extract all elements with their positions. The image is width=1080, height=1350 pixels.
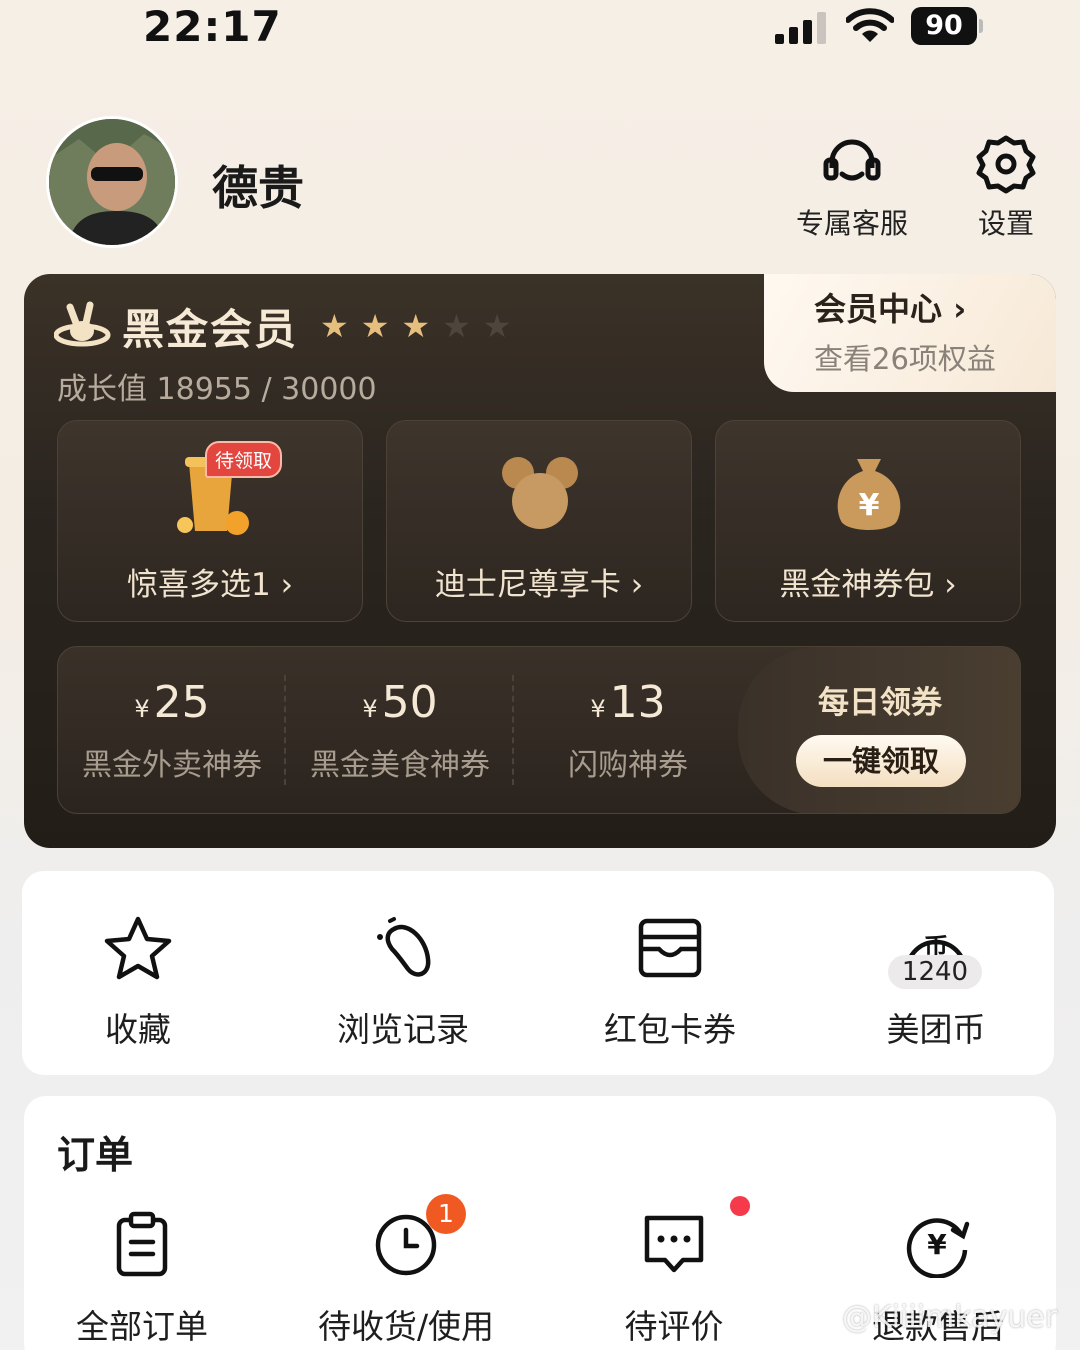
chevron-right-icon: › [944,567,957,603]
star-filled-icon: ★ [360,307,390,345]
one-click-claim-button[interactable]: 一键领取 [796,735,966,787]
svg-text:¥: ¥ [927,1228,947,1261]
member-star-rating: ★ ★ ★ ★ ★ [320,307,523,345]
svg-text:¥: ¥ [859,488,880,523]
pending-receipt-label: 待收货/使用 [317,1307,495,1346]
settings-label: 设置 [977,207,1034,240]
favorites-button[interactable]: 收藏 [38,915,238,1051]
coin-count-badge: 1240 [888,955,982,989]
perk-label-text: 黑金神券包 [779,567,935,603]
cellular-signal-icon [775,12,826,44]
daily-coupon-title: 每日领券 [818,685,942,721]
browse-history-button[interactable]: 浏览记录 [303,915,503,1051]
weibo-watermark: @Kiiiimkayuer [842,1300,1058,1335]
coupon-label: 闪购神券 [568,748,688,783]
coupon-amount: ¥25 [58,677,286,728]
growth-value: 成长值 18955 / 30000 [57,372,377,407]
perk-label-text: 惊喜多选1 [127,567,271,603]
black-gold-member-card[interactable]: 黑金会员 ★ ★ ★ ★ ★ 成长值 18955 / 30000 会员中心 › … [24,274,1056,848]
settings-button[interactable]: 设置 [974,134,1038,242]
status-time: 22:17 [143,2,282,51]
member-center-subtitle: 查看26项权益 [814,342,996,376]
chat-bubble-icon [644,1215,704,1273]
meituan-coins-button[interactable]: 币 1240 美团币 [836,915,1036,1051]
wallet-icon [638,918,702,978]
coupon-item[interactable]: ¥50 黑金美食神券 [286,647,514,813]
coupon-currency: ¥ [362,695,378,723]
chevron-right-icon: › [953,290,967,328]
star-filled-icon: ★ [401,307,431,345]
money-bag-icon: ¥ [837,459,901,530]
member-header: 黑金会员 ★ ★ ★ ★ ★ [54,296,523,356]
footprint-icon [377,917,431,977]
coupon-amount: ¥50 [286,677,514,728]
coupon-value: 25 [153,677,210,728]
coupon-item[interactable]: ¥13 闪购神券 [514,647,742,813]
notification-dot [730,1196,750,1216]
coupon-value: 50 [381,677,438,728]
member-center-title: 会员中心 › [814,284,1056,330]
pending-claim-badge: 待领取 [205,441,283,478]
perk-coupon-bag[interactable]: ¥ 黑金神券包 › [715,420,1021,622]
meituan-coins-label: 美团币 [886,1010,986,1049]
daily-coupon-panel: 每日领券 一键领取 [738,647,1020,813]
coupon-item[interactable]: ¥25 黑金外卖神券 [58,647,286,813]
star-outline-icon [104,916,172,980]
coupon-strip: ¥25 黑金外卖神券 ¥50 黑金美食神券 ¥13 闪购神券 每日领券 一键领取 [57,646,1021,814]
coupon-label: 黑金外卖神券 [82,748,262,783]
coupon-currency: ¥ [590,695,606,723]
battery-indicator: 90 [911,7,983,45]
avatar-image [49,119,175,245]
perk-label: 黑金神券包 › [716,559,1020,604]
customer-service-button[interactable]: 专属客服 [792,134,912,242]
coupon-currency: ¥ [134,695,150,723]
coupon-value: 13 [609,677,666,728]
battery-level: 90 [911,7,977,45]
mouse-ears-icon [502,457,578,529]
perk-disney-card[interactable]: 迪士尼尊享卡 › [386,420,692,622]
perk-label: 迪士尼尊享卡 › [387,559,691,604]
avatar[interactable] [46,116,178,248]
coupon-label: 黑金美食神券 [310,748,490,783]
perk-label-text: 迪士尼尊享卡 [434,567,621,603]
member-center-title-text: 会员中心 [814,290,943,328]
perk-label: 惊喜多选1 › [58,559,362,604]
browse-history-label: 浏览记录 [337,1010,469,1049]
to-review-label: 待评价 [624,1307,724,1346]
quick-actions-panel: 收藏 浏览记录 红包卡券 币 1240 美团币 [22,871,1054,1075]
star-empty-icon: ★ [442,307,471,345]
star-empty-icon: ★ [482,307,512,345]
to-review-button[interactable]: 待评价 [554,1196,794,1348]
pending-count-badge: 1 [426,1194,466,1234]
member-center-button[interactable]: 会员中心 › 查看26项权益 [764,274,1056,392]
refund-icon: ¥ [906,1218,970,1278]
headset-icon [823,139,881,181]
username[interactable]: 德贵 [212,152,304,218]
kangaroo-logo-icon [54,301,111,347]
clipboard-icon [116,1211,168,1277]
coupons-wallet-button[interactable]: 红包卡券 [570,915,770,1051]
all-orders-label: 全部订单 [76,1307,208,1346]
pending-receipt-button[interactable]: 1 待收货/使用 [286,1194,526,1348]
coupon-amount: ¥13 [514,677,742,728]
gear-icon [976,135,1036,194]
orders-title: 订单 [57,1133,134,1177]
wifi-icon [846,8,894,42]
status-bar: 22:17 90 [0,0,1080,60]
coupons-wallet-label: 红包卡券 [604,1010,736,1049]
star-filled-icon: ★ [320,307,349,345]
battery-tip [979,19,983,33]
chevron-right-icon: › [630,567,644,603]
chevron-right-icon: › [280,567,293,603]
all-orders-button[interactable]: 全部订单 [22,1208,262,1348]
perk-surprise-pick[interactable]: 待领取 惊喜多选1 › [57,420,363,622]
member-title: 黑金会员 [122,304,299,354]
customer-service-label: 专属客服 [795,207,908,240]
favorites-label: 收藏 [105,1010,171,1049]
